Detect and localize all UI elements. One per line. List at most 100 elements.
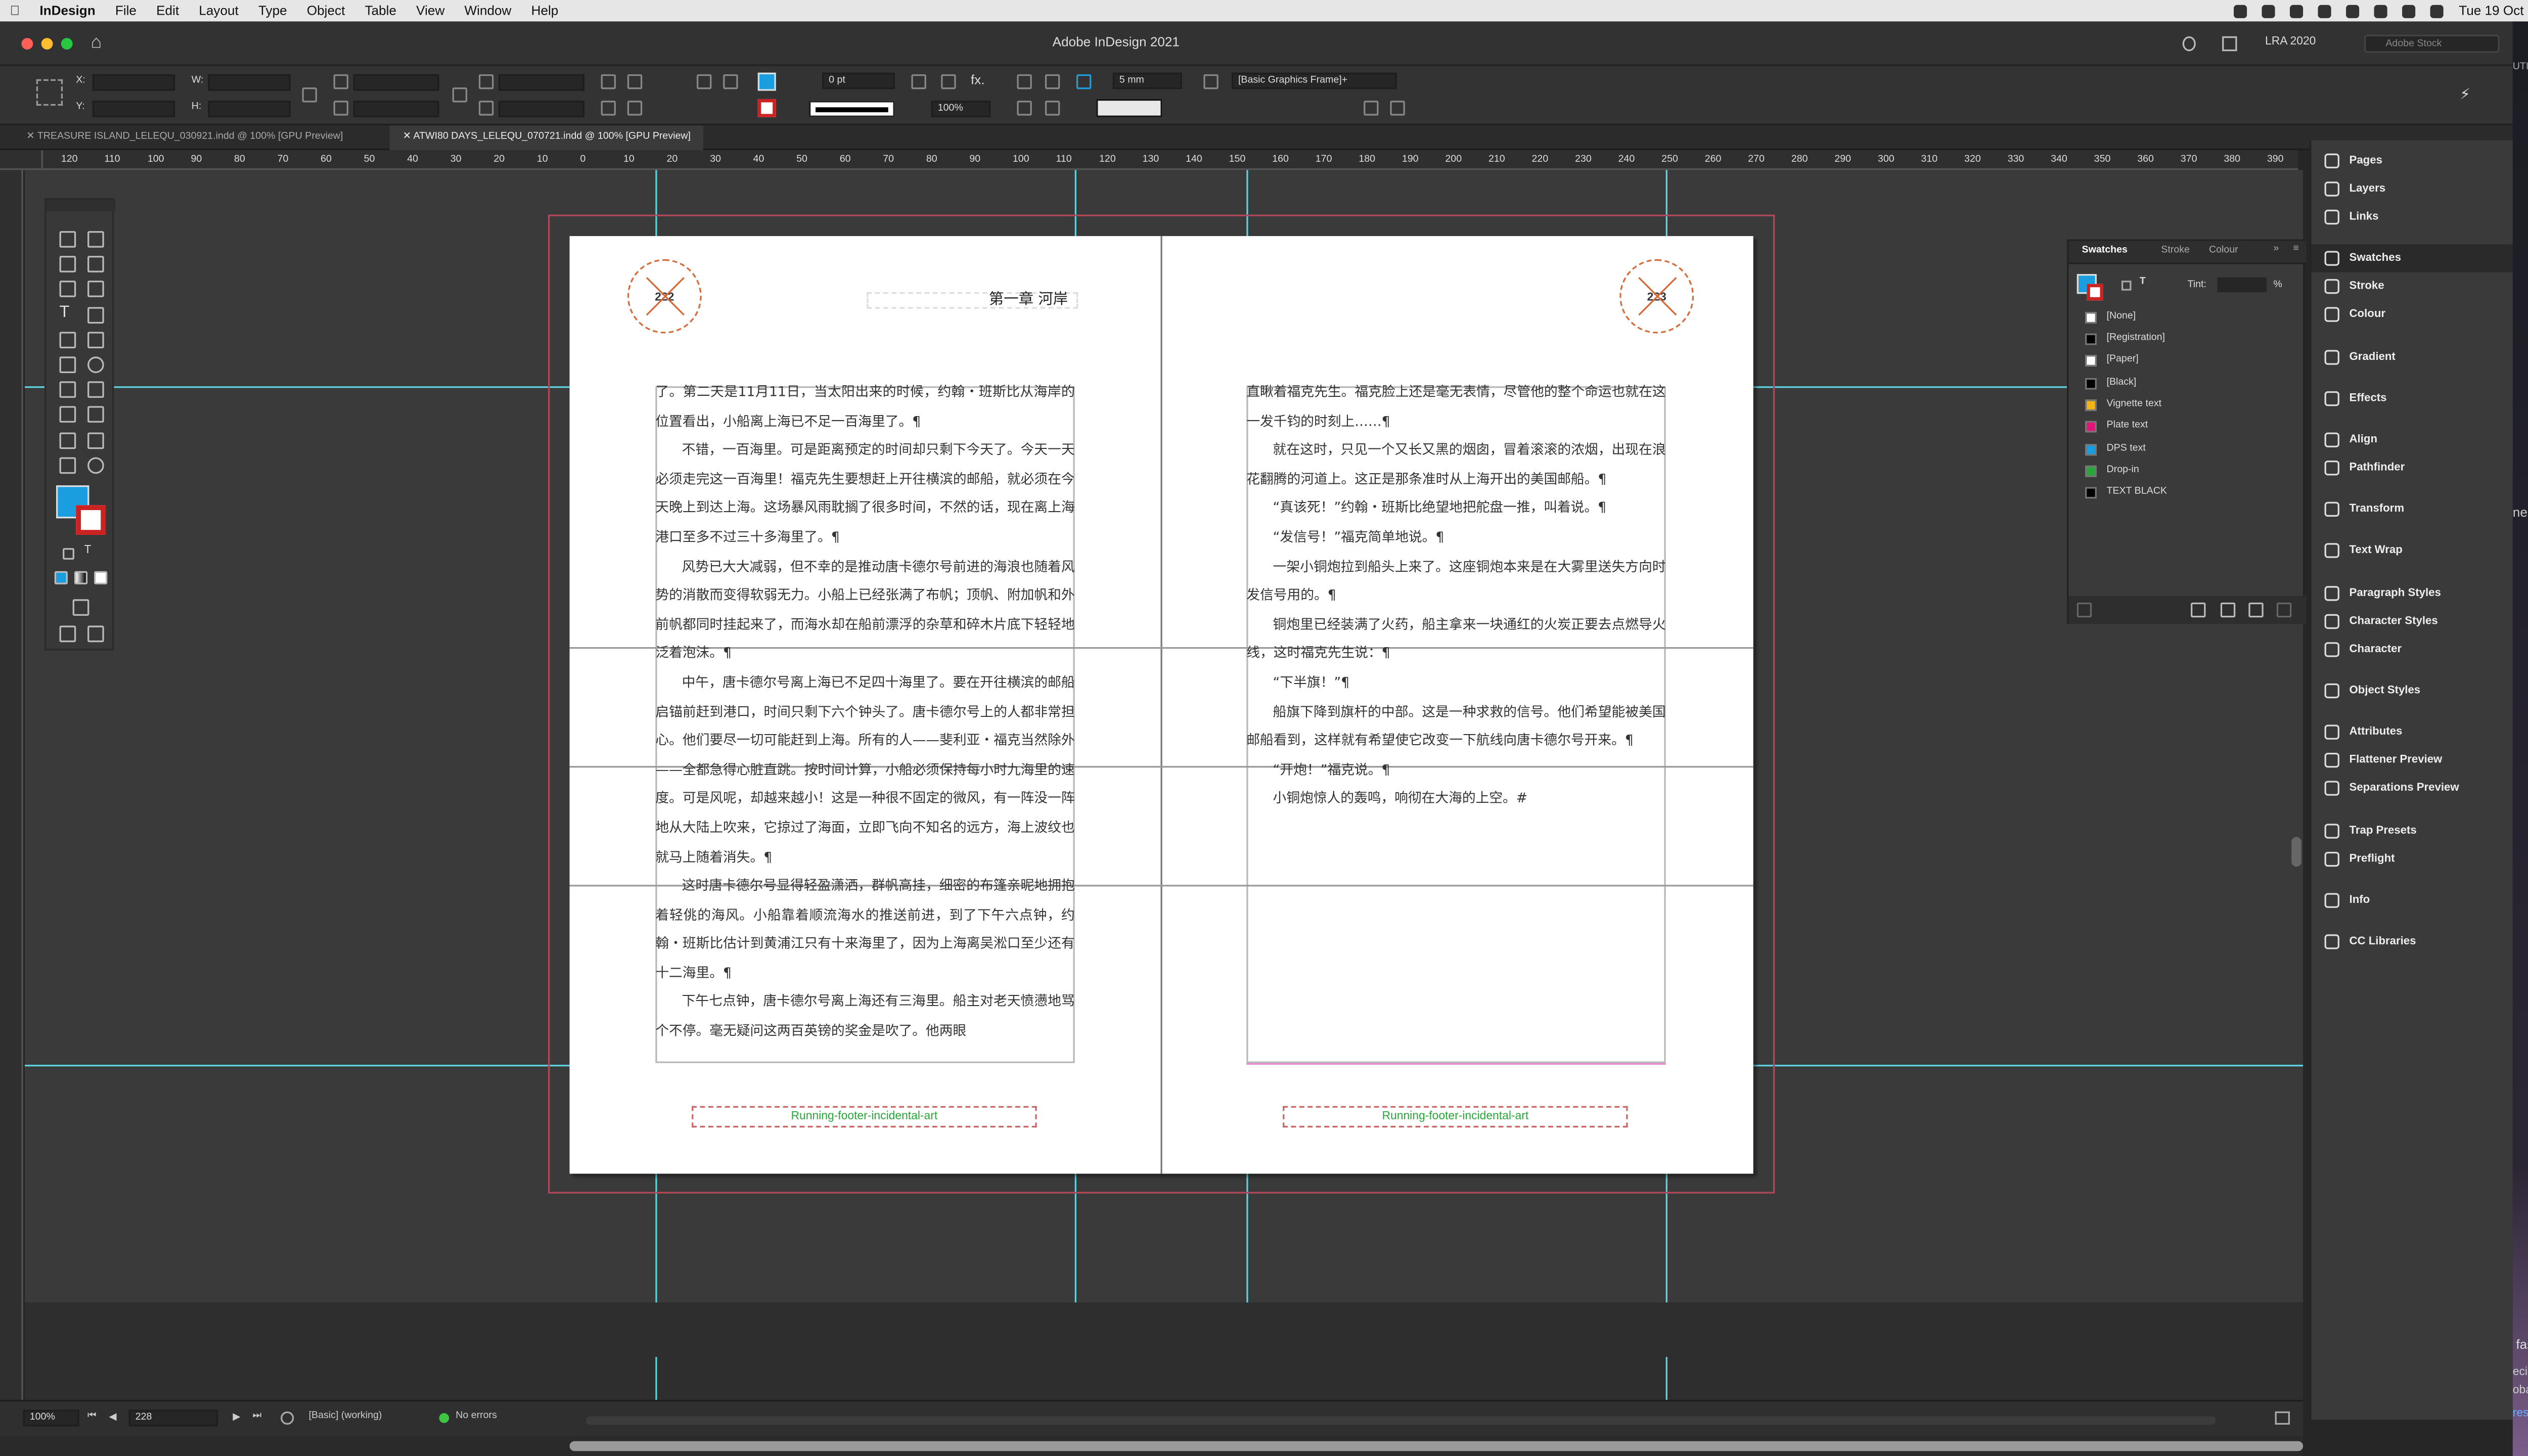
panel-character-styles[interactable]: Character Styles <box>2311 608 2514 636</box>
panel-flattener-preview[interactable]: Flattener Preview <box>2311 746 2514 775</box>
drop-shadow-icon[interactable] <box>911 74 926 89</box>
swatch-row[interactable]: DPS text <box>2068 439 2306 461</box>
show-kinds-icon[interactable] <box>2076 602 2092 618</box>
note-tool-icon[interactable] <box>59 432 76 449</box>
distribute-icon[interactable] <box>1045 101 1060 116</box>
status-app-icon[interactable] <box>2234 4 2248 18</box>
panel-info[interactable]: Info <box>2311 886 2514 915</box>
panel-object-styles[interactable]: Object Styles <box>2311 677 2514 705</box>
object-style-select[interactable]: [Basic Graphics Frame]+ <box>1231 72 1397 89</box>
panel-transform[interactable]: Transform <box>2311 495 2514 524</box>
scale-y-icon[interactable] <box>333 101 348 116</box>
tab-close-icon[interactable]: ✕ <box>403 132 414 142</box>
tab-treasure-island[interactable]: ✕ TREASURE ISLAND_LELEQU_030921.indd @ 1… <box>13 125 356 150</box>
menu-file[interactable]: File <box>105 4 146 18</box>
tab-close-icon[interactable]: ✕ <box>26 132 37 142</box>
stroke-weight-field[interactable]: 0 pt <box>822 72 895 89</box>
rectangle-frame-tool-icon[interactable] <box>59 356 76 373</box>
status-app-icon[interactable] <box>2318 4 2332 18</box>
fit-frame-icon[interactable] <box>1045 74 1060 89</box>
new-swatch-icon[interactable] <box>2248 602 2264 618</box>
gap-tool-icon[interactable] <box>87 256 104 272</box>
text-frame-right[interactable]: 直瞅着福克先生。福克脸上还是毫无表情，尽管他的整个命运也就在这一发千钧的时刻上…… <box>1246 378 1665 874</box>
preflight-errors[interactable]: No errors <box>456 1412 497 1422</box>
h-field[interactable] <box>208 101 291 117</box>
delete-swatch-icon[interactable] <box>2276 602 2292 618</box>
tab-swatches[interactable]: Swatches <box>2082 246 2128 256</box>
panel-menu-icon[interactable]: ≡ <box>2293 244 2299 254</box>
vertical-scrollbar-thumb[interactable] <box>2291 837 2301 867</box>
panel-separations-preview[interactable]: Separations Preview <box>2311 774 2514 802</box>
panel-stroke[interactable]: Stroke <box>2311 272 2514 301</box>
preview-mode-icon[interactable] <box>87 625 104 643</box>
menu-object[interactable]: Object <box>297 4 355 18</box>
gradient-feather-tool-icon[interactable] <box>87 406 104 423</box>
shear-field[interactable] <box>499 101 584 117</box>
preflight-toggle-icon[interactable] <box>281 1411 294 1425</box>
adobe-stock-search[interactable]: Adobe Stock <box>2364 34 2500 53</box>
running-footer-right[interactable]: Running-footer-incidental-art <box>1283 1106 1628 1128</box>
panel-collapse-icon[interactable]: » <box>2273 244 2279 254</box>
vertical-ruler[interactable] <box>0 170 23 1400</box>
panel-layers[interactable]: Layers <box>2311 175 2514 203</box>
pencil-tool-icon[interactable] <box>87 332 104 348</box>
rotate-icon[interactable] <box>478 74 494 89</box>
bluetooth-icon[interactable] <box>2346 4 2360 18</box>
swatch-row[interactable]: TEXT BLACK <box>2068 482 2306 503</box>
select-content-icon[interactable] <box>723 74 738 89</box>
panel-align[interactable]: Align <box>2311 426 2514 454</box>
fill-swatch[interactable] <box>757 72 776 91</box>
align-center-icon[interactable] <box>1017 101 1032 116</box>
reference-point-icon[interactable] <box>36 79 63 106</box>
previous-page-icon[interactable]: ◀ <box>109 1412 117 1423</box>
tint-field[interactable] <box>2217 277 2267 292</box>
flip-horizontal-icon[interactable] <box>601 101 616 116</box>
opacity-field[interactable]: 100% <box>931 101 991 117</box>
type-tool-icon[interactable]: T <box>60 304 70 322</box>
auto-fit-icon[interactable] <box>1076 74 1092 89</box>
tab-atwi80-days[interactable]: ✕ ATWI80 DAYS_LELEQU_070721.indd @ 100% … <box>389 125 704 151</box>
formatting-container-icon[interactable] <box>2121 281 2132 291</box>
screen-mode-icon[interactable] <box>72 599 89 616</box>
last-page-icon[interactable]: ⏭ <box>253 1412 262 1423</box>
swatch-row[interactable]: Plate text <box>2068 416 2306 437</box>
page-number-field[interactable]: 228 <box>128 1409 218 1427</box>
apply-none-icon[interactable] <box>94 571 108 584</box>
stroke-type-select[interactable] <box>808 101 895 117</box>
guide[interactable] <box>655 1357 657 1400</box>
apple-icon[interactable]:  <box>0 4 30 18</box>
formatting-text-icon[interactable]: T <box>2140 278 2146 288</box>
effects-fx-icon[interactable]: fx. <box>971 73 985 87</box>
first-page-icon[interactable]: ⏮ <box>87 1412 97 1423</box>
next-page-icon[interactable]: ▶ <box>233 1412 240 1423</box>
menu-table[interactable]: Table <box>355 4 407 18</box>
object-style-options-icon[interactable] <box>1390 101 1405 116</box>
menu-view[interactable]: View <box>407 4 455 18</box>
menu-help[interactable]: Help <box>521 4 568 18</box>
free-transform-tool-icon[interactable] <box>87 381 104 398</box>
workspace-switcher[interactable]: LRA 2020 <box>2265 36 2316 48</box>
line-tool-icon[interactable] <box>87 307 104 324</box>
menubar-clock[interactable]: Tue 19 Oct 14 19 50 <box>2459 4 2528 18</box>
formatting-text-icon[interactable]: T <box>84 545 92 557</box>
pen-tool-icon[interactable] <box>59 332 76 348</box>
ruler-origin[interactable] <box>0 150 43 170</box>
guide[interactable] <box>1665 1357 1667 1400</box>
panel-character[interactable]: Character <box>2311 635 2514 664</box>
menu-type[interactable]: Type <box>248 4 297 18</box>
panel-trap-presets[interactable]: Trap Presets <box>2311 817 2514 845</box>
panel-links[interactable]: Links <box>2311 203 2514 232</box>
spread[interactable]: 222 第一章 河岸 223 了。第二天是11月11日，当太阳出来的时候，约翰・… <box>569 236 1753 1174</box>
direct-selection-tool-icon[interactable] <box>87 231 104 248</box>
menu-edit[interactable]: Edit <box>147 4 189 18</box>
zoom-tool-icon[interactable] <box>87 457 104 474</box>
select-container-icon[interactable] <box>696 74 712 89</box>
link-scale-icon[interactable] <box>452 87 468 103</box>
apply-gradient-icon[interactable] <box>74 571 88 584</box>
panel-pages[interactable]: Pages <box>2311 147 2514 175</box>
panel-paragraph-styles[interactable]: Paragraph Styles <box>2311 579 2514 608</box>
wifi-icon[interactable] <box>2403 4 2416 18</box>
w-field[interactable] <box>208 74 291 91</box>
scale-x-field[interactable] <box>353 74 439 91</box>
status-app-icon[interactable] <box>2290 4 2304 18</box>
